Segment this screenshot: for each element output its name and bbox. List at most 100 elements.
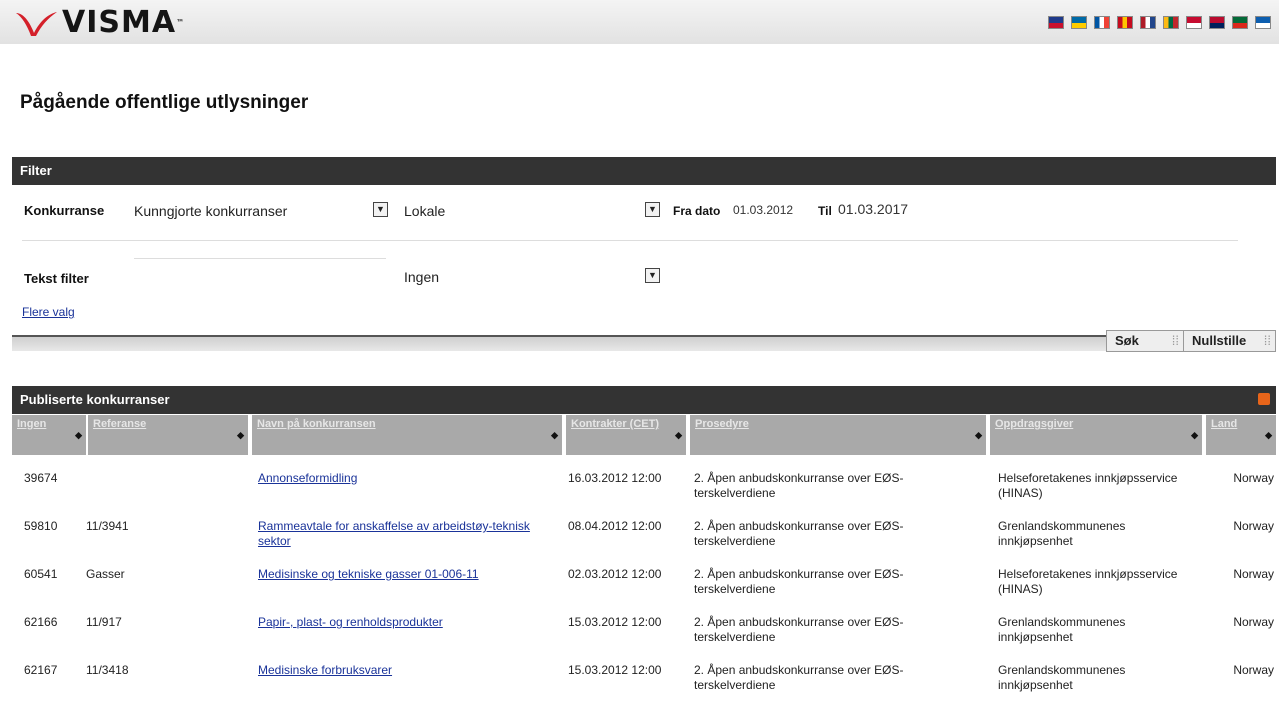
- visma-logo[interactable]: VISMA™: [14, 8, 185, 38]
- sort-icon[interactable]: ◆: [551, 429, 558, 442]
- uk-flag-icon[interactable]: [1048, 16, 1064, 29]
- norway-flag-icon[interactable]: [1209, 16, 1225, 29]
- tender-link[interactable]: Papir-, plast- og renholdsprodukter: [258, 615, 443, 629]
- fra-dato-label: Fra dato: [673, 204, 721, 218]
- column-header[interactable]: Kontrakter (CET) ◆: [566, 415, 686, 455]
- visma-swoosh-icon: [16, 12, 57, 36]
- cell-ref: 11/3941: [86, 519, 129, 533]
- cell-country: Norway: [1233, 663, 1274, 677]
- cell-procedure: 2. Åpen anbudskonkurranse over EØS-tersk…: [694, 471, 904, 500]
- cell-ref: 11/917: [86, 615, 122, 629]
- column-header[interactable]: Oppdragsgiver ◆: [990, 415, 1202, 455]
- chevron-down-icon[interactable]: ▼: [645, 202, 660, 217]
- cell-buyer: Grenlandskommunenes innkjøpsenhet: [998, 663, 1126, 692]
- denmark-flag-icon[interactable]: [1186, 16, 1202, 29]
- sort-icon[interactable]: ◆: [975, 429, 982, 442]
- cell-name: Annonseformidling: [258, 471, 558, 486]
- rss-icon[interactable]: [1258, 393, 1270, 405]
- sort-icon[interactable]: ◆: [1191, 429, 1198, 442]
- visma-wordmark: VISMA™: [62, 5, 186, 40]
- cell-id: 62166: [24, 615, 58, 629]
- cell-name: Medisinske og tekniske gasser 01-006-11: [258, 567, 558, 582]
- cell-id: 60541: [24, 567, 58, 581]
- filter-action-bar: [12, 335, 1276, 351]
- cell-buyer: Helseforetakenes innkjøpsservice (HINAS): [998, 471, 1178, 500]
- results-header: Publiserte konkurranser: [12, 386, 1276, 414]
- column-header-label: Oppdragsgiver: [995, 418, 1074, 430]
- cell-date: 02.03.2012 12:00: [568, 567, 662, 581]
- column-header[interactable]: Prosedyre ◆: [690, 415, 986, 455]
- tekst-filter-label: Tekst filter: [24, 271, 89, 286]
- column-header[interactable]: Referanse ◆: [88, 415, 248, 455]
- scope-select[interactable]: Lokale ▼: [398, 200, 660, 222]
- lithuania-flag-icon[interactable]: [1163, 16, 1179, 29]
- cell-date: 08.04.2012 12:00: [568, 519, 662, 533]
- cell-name: Rammeavtale for anskaffelse av arbeidstø…: [258, 519, 558, 549]
- chevron-down-icon[interactable]: ▼: [373, 202, 388, 217]
- filter-header: Filter: [12, 157, 1276, 185]
- column-header-label: Referanse: [93, 418, 147, 430]
- table-row: 62166 11/917 Papir-, plast- og renholdspro…: [12, 606, 1276, 654]
- cell-buyer: Grenlandskommunenes innkjøpsenhet: [998, 615, 1126, 644]
- column-header[interactable]: Navn på konkurransen ◆: [252, 415, 562, 455]
- grip-icon: ⁞⁞: [1263, 333, 1271, 348]
- spain-flag-icon[interactable]: [1117, 16, 1133, 29]
- table-row: 60541 Gasser Medisinske og tekniske gasser…: [12, 558, 1276, 606]
- chevron-down-icon[interactable]: ▼: [645, 268, 660, 283]
- column-header-label: Prosedyre: [695, 418, 749, 430]
- tekst-filter-select[interactable]: Ingen ▼: [398, 266, 660, 288]
- grip-icon: ⁞⁞: [1171, 333, 1179, 348]
- greece-flag-icon[interactable]: [1255, 16, 1271, 29]
- cell-country: Norway: [1233, 567, 1274, 581]
- cell-country: Norway: [1233, 519, 1274, 533]
- konkurranse-select[interactable]: Kunngjorte konkurranser ▼: [128, 200, 388, 222]
- cell-buyer: Grenlandskommunenes innkjøpsenhet: [998, 519, 1126, 548]
- page-title: Pågående offentlige utlysninger: [20, 92, 309, 113]
- column-header-label: Ingen: [17, 418, 47, 430]
- cell-procedure: 2. Åpen anbudskonkurranse over EØS-tersk…: [694, 519, 904, 548]
- column-header-label: Land: [1211, 418, 1238, 430]
- portugal-flag-icon[interactable]: [1232, 16, 1248, 29]
- cell-buyer: Helseforetakenes innkjøpsservice (HINAS): [998, 567, 1178, 596]
- til-label: Til: [818, 204, 832, 218]
- cell-id: 39674: [24, 471, 58, 485]
- cell-procedure: 2. Åpen anbudskonkurranse over EØS-tersk…: [694, 615, 904, 644]
- table-row: 39674 Annonseformidling 16.03.2012 12:00 2.…: [12, 462, 1276, 510]
- sort-icon[interactable]: ◆: [1265, 429, 1272, 442]
- tender-link[interactable]: Annonseformidling: [258, 471, 357, 485]
- reset-button[interactable]: Nullstille ⁞⁞: [1183, 330, 1276, 352]
- cell-date: 16.03.2012 12:00: [568, 471, 662, 485]
- search-button[interactable]: Søk ⁞⁞: [1106, 330, 1184, 352]
- cell-ref: 11/3418: [86, 663, 129, 677]
- language-selector: [1048, 16, 1271, 29]
- table-row: 59810 11/3941 Rammeavtale for anskaffelse …: [12, 510, 1276, 558]
- more-options-link[interactable]: Flere valg: [22, 305, 75, 319]
- cell-date: 15.03.2012 12:00: [568, 615, 662, 629]
- cell-name: Medisinske forbruksvarer: [258, 663, 558, 678]
- til-value[interactable]: 01.03.2017: [838, 201, 908, 217]
- cell-id: 62167: [24, 663, 58, 677]
- sort-icon[interactable]: ◆: [237, 429, 244, 442]
- tender-link[interactable]: Rammeavtale for anskaffelse av arbeidstø…: [258, 519, 530, 548]
- column-header-label: Navn på konkurransen: [257, 418, 376, 430]
- netherlands-flag-icon[interactable]: [1140, 16, 1156, 29]
- sweden-flag-icon[interactable]: [1071, 16, 1087, 29]
- fra-dato-value[interactable]: 01.03.2012: [733, 203, 793, 217]
- tender-link[interactable]: Medisinske forbruksvarer: [258, 663, 392, 677]
- sort-icon[interactable]: ◆: [75, 429, 82, 442]
- sort-icon[interactable]: ◆: [675, 429, 682, 442]
- column-header-label: Kontrakter (CET): [571, 418, 660, 430]
- cell-country: Norway: [1233, 471, 1274, 485]
- filter-divider: [22, 240, 1238, 241]
- cell-procedure: 2. Åpen anbudskonkurranse over EØS-tersk…: [694, 567, 904, 596]
- france-flag-icon[interactable]: [1094, 16, 1110, 29]
- konkurranse-label: Konkurranse: [24, 203, 105, 218]
- tender-link[interactable]: Medisinske og tekniske gasser 01-006-11: [258, 567, 479, 581]
- tekst-filter-input[interactable]: [134, 258, 386, 281]
- cell-country: Norway: [1233, 615, 1274, 629]
- column-header[interactable]: Land ◆: [1206, 415, 1276, 455]
- top-banner: VISMA™: [0, 0, 1279, 44]
- cell-name: Papir-, plast- og renholdsprodukter: [258, 615, 558, 630]
- column-header[interactable]: Ingen ◆: [12, 415, 86, 455]
- cell-id: 59810: [24, 519, 58, 533]
